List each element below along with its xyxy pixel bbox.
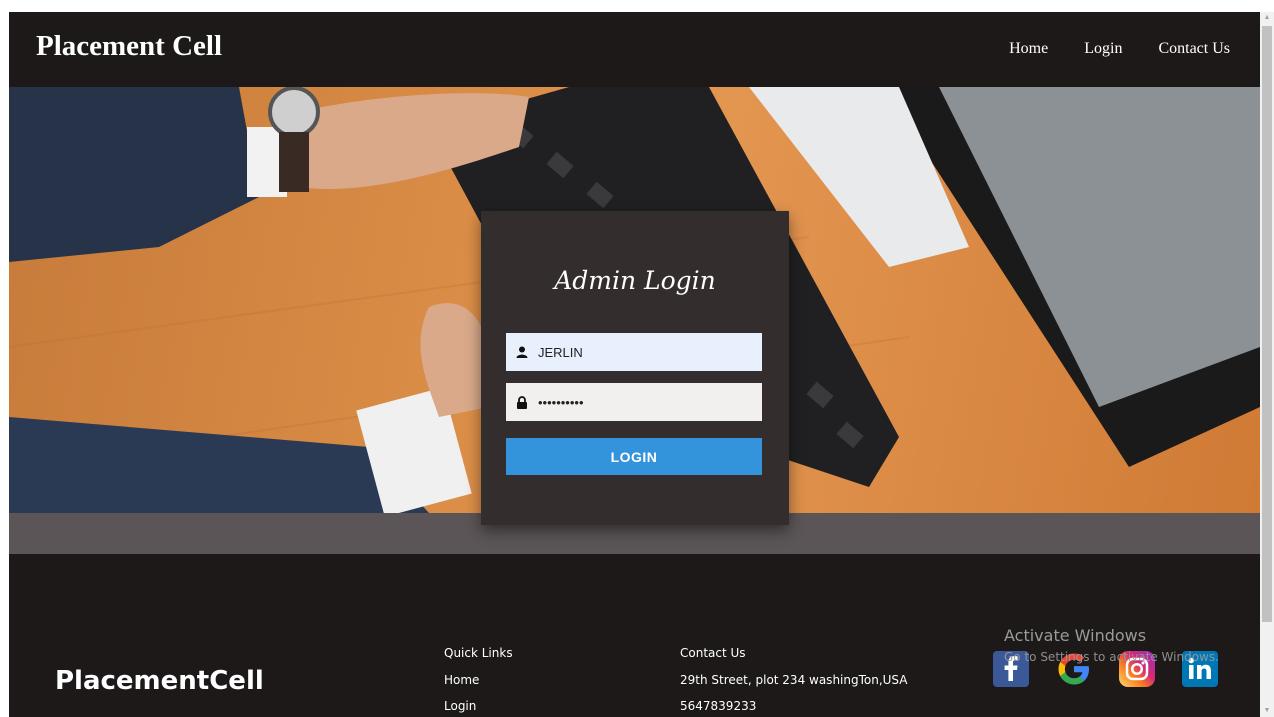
footer-brand: PlacementCell <box>55 666 264 696</box>
main-nav: Home Login Contact Us <box>1009 40 1230 58</box>
activate-windows-watermark: Activate Windows Go to Settings to activ… <box>1004 626 1219 664</box>
contact-heading: Contact Us <box>680 646 746 660</box>
watermark-subtitle: Go to Settings to activate Windows. <box>1004 650 1219 664</box>
password-field[interactable] <box>506 383 762 421</box>
contact-address: 29th Street, plot 234 washingTon,USA <box>680 672 908 687</box>
login-title: Admin Login <box>554 266 716 295</box>
quick-links-heading: Quick Links <box>444 646 513 660</box>
vertical-scrollbar[interactable]: ▲ ▼ <box>1260 12 1274 717</box>
user-icon <box>516 345 530 359</box>
footer-login-link[interactable]: Login <box>444 699 513 717</box>
scroll-down-arrow-icon[interactable]: ▼ <box>1260 705 1274 717</box>
nav-home-link[interactable]: Home <box>1009 40 1048 58</box>
admin-login-card: Admin Login LOGIN <box>481 211 789 525</box>
site-brand[interactable]: Placement Cell <box>36 30 222 63</box>
username-input[interactable] <box>538 344 748 360</box>
top-navbar: Placement Cell Home Login Contact Us <box>9 12 1260 87</box>
password-input[interactable] <box>538 394 748 410</box>
contact-phone: 5647839233 <box>680 699 757 713</box>
scroll-up-arrow-icon[interactable]: ▲ <box>1260 12 1274 24</box>
username-field[interactable] <box>506 333 762 371</box>
watermark-title: Activate Windows <box>1004 626 1147 645</box>
nav-contact-link[interactable]: Contact Us <box>1158 40 1230 58</box>
nav-login-link[interactable]: Login <box>1084 40 1122 58</box>
footer-home-link[interactable]: Home <box>444 673 513 700</box>
lock-icon <box>516 395 530 409</box>
scrollbar-thumb[interactable] <box>1262 26 1272 622</box>
login-button[interactable]: LOGIN <box>506 438 762 475</box>
quick-links-column: Quick Links Home Login <box>444 646 513 717</box>
contact-column: Contact Us 29th Street, plot 234 washing… <box>680 646 907 717</box>
